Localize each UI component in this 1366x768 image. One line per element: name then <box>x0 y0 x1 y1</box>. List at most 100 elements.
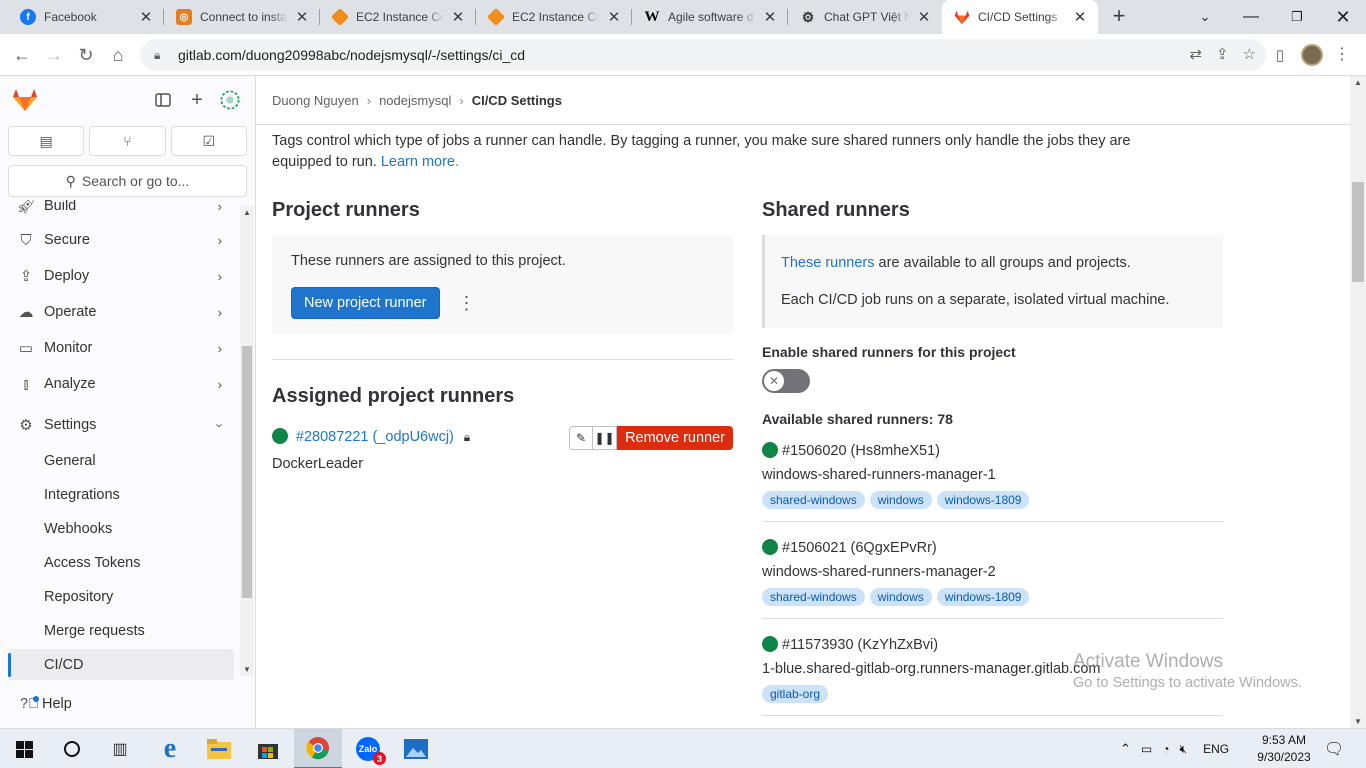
breadcrumb-user[interactable]: Duong Nguyen <box>272 93 359 108</box>
chrome-icon[interactable] <box>294 729 342 768</box>
chatgpt-icon: ⚙ <box>801 8 815 25</box>
sidebar-subitem-integrations[interactable]: Integrations <box>8 479 234 511</box>
runner-description: DockerLeader <box>272 456 364 472</box>
issues-counter-button[interactable]: ▤ <box>8 126 85 156</box>
learn-more-link[interactable]: Learn more. <box>381 154 459 170</box>
close-icon[interactable]: ✕ <box>916 8 932 26</box>
breadcrumb-separator-icon: › <box>366 92 372 108</box>
forward-arrow-icon[interactable]: → <box>42 43 66 67</box>
browser-tab[interactable]: W Agile software d ✕ <box>632 0 788 34</box>
store-icon[interactable] <box>244 729 292 768</box>
browser-tab[interactable]: EC2 Instance Co ✕ <box>320 0 476 34</box>
search-button[interactable]: ⚲ Search or go to... <box>8 165 247 197</box>
notification-badge: 3 <box>373 752 386 765</box>
battery-icon[interactable]: ▭ <box>1141 742 1152 756</box>
page-scrollbar[interactable]: ▲ ▼ <box>1350 76 1366 728</box>
sidebar-item-deploy[interactable]: ⇪ Deploy › <box>8 260 234 292</box>
close-icon[interactable]: ✕ <box>1072 8 1088 26</box>
browser-tab[interactable]: EC2 Instance Co ✕ <box>476 0 632 34</box>
new-tab-button[interactable]: + <box>1108 5 1130 28</box>
pause-icon[interactable]: ❚❚ <box>593 426 618 450</box>
remove-runner-button[interactable]: Remove runner <box>617 426 733 450</box>
close-icon[interactable]: ✕ <box>450 8 466 26</box>
runner-online-status-icon <box>762 442 778 458</box>
close-icon[interactable]: ✕ <box>762 8 778 26</box>
sidebar-item-settings[interactable]: ⚙ Settings › <box>8 409 234 441</box>
reload-icon[interactable]: ↻ <box>74 43 98 67</box>
sidebar-item-monitor[interactable]: ▭ Monitor › <box>8 332 234 364</box>
windows-start-icon[interactable] <box>0 729 48 768</box>
language-indicator[interactable]: ENG <box>1203 742 1229 756</box>
runner-tag: shared-windows <box>762 588 865 606</box>
file-explorer-icon[interactable] <box>195 729 243 768</box>
back-arrow-icon[interactable]: ← <box>10 43 34 67</box>
close-icon[interactable]: ✕ <box>606 8 622 26</box>
sidebar-item-label: Deploy <box>44 268 90 284</box>
shared-runners-toggle[interactable]: ✕ <box>762 369 810 393</box>
task-view-icon[interactable]: ▥ <box>96 729 144 768</box>
address-bar[interactable]: 🔒︎ gitlab.com/duong20998abc/nodejsmysql/… <box>140 39 1266 71</box>
zalo-icon[interactable]: Zalo 3 <box>344 729 392 768</box>
edge-icon[interactable]: e <box>146 729 194 768</box>
close-icon[interactable]: ✕ <box>294 8 310 26</box>
runner-link[interactable]: #28087221 (_odpU6wcj) <box>296 429 454 445</box>
sidebar-item-label: Secure <box>44 232 90 248</box>
taskbar-clock[interactable]: 9:53 AM 9/30/2023 <box>1254 732 1314 766</box>
minimize-button[interactable]: — <box>1228 0 1274 34</box>
sidebar-subitem-cicd[interactable]: CI/CD <box>8 649 234 680</box>
collapse-sidebar-icon[interactable] <box>153 90 173 110</box>
create-new-icon[interactable]: + <box>187 89 207 111</box>
runner-online-status-icon <box>762 539 778 555</box>
search-icon: ⚲ <box>65 172 76 189</box>
restore-button[interactable]: ❐ <box>1274 0 1320 34</box>
close-icon[interactable]: ✕ <box>138 8 154 26</box>
breadcrumb-current[interactable]: CI/CD Settings <box>472 93 562 108</box>
aws-icon: ◎ <box>176 9 192 25</box>
sidebar-subitem-general[interactable]: General <box>8 445 234 477</box>
runner-tags-intro: Tags control which type of jobs a runner… <box>272 131 1172 173</box>
more-actions-icon[interactable]: ⋮ <box>458 293 476 314</box>
sidebar-subitem-access-tokens[interactable]: Access Tokens <box>8 547 234 579</box>
edit-pencil-icon[interactable]: ✎ <box>569 426 594 450</box>
new-project-runner-button[interactable]: New project runner <box>291 287 440 319</box>
side-panel-icon[interactable]: ▯ <box>1268 43 1292 67</box>
close-window-button[interactable]: ✕ <box>1320 0 1366 34</box>
share-icon[interactable]: ⇪ <box>1216 45 1229 63</box>
user-avatar-icon[interactable] <box>220 90 240 110</box>
bookmark-star-icon[interactable]: ☆ <box>1243 45 1256 63</box>
sidebar-item-secure[interactable]: ⛉ Secure › <box>8 224 234 256</box>
home-icon[interactable]: ⌂ <box>106 43 130 67</box>
profile-avatar[interactable] <box>1301 44 1323 66</box>
photos-icon[interactable] <box>392 729 440 768</box>
sidebar-scrollbar[interactable]: ▲ ▼ <box>240 206 254 676</box>
notification-center-icon[interactable]: 🗨︎ <box>1324 729 1344 768</box>
sidebar-subitem-webhooks[interactable]: Webhooks <box>8 513 234 545</box>
gitlab-icon <box>954 9 970 25</box>
sidebar-item-analyze[interactable]: ⫾ Analyze › <box>8 368 234 400</box>
sidebar-item-build[interactable]: 🚀︎ Build › <box>8 200 234 222</box>
runner-tag: gitlab-org <box>762 685 829 703</box>
project-runners-description: These runners are assigned to this proje… <box>291 253 566 269</box>
sidebar-subitem-repository[interactable]: Repository <box>8 581 234 613</box>
browser-tab[interactable]: ⚙ Chat GPT Việt N ✕ <box>788 0 942 34</box>
main-content: Tags control which type of jobs a runner… <box>256 125 1350 728</box>
browser-tab[interactable]: ◎ Connect to instance ✕ <box>164 0 320 34</box>
merge-requests-counter-button[interactable]: ⑂ <box>89 126 166 156</box>
these-runners-link[interactable]: These runners <box>781 255 875 271</box>
breadcrumb-project[interactable]: nodejsmysql <box>379 93 451 108</box>
browser-menu-icon[interactable]: ⋮ <box>1334 44 1350 66</box>
wifi-icon[interactable]: ◔ <box>1162 742 1169 756</box>
sidebar-item-operate[interactable]: ☁︎ Operate › <box>8 296 234 328</box>
speaker-muted-icon[interactable]: 🔇︎ <box>1180 742 1188 757</box>
gitlab-logo-icon[interactable] <box>12 88 38 112</box>
search-circle-icon[interactable] <box>48 729 96 768</box>
help-button[interactable]: ?⃝ Help <box>8 690 72 718</box>
chevron-up-icon[interactable]: ⌃ <box>1120 741 1131 757</box>
lock-icon[interactable]: 🔒︎ <box>154 48 168 62</box>
translate-icon[interactable]: ⇄ <box>1189 45 1202 63</box>
tab-search-icon[interactable]: ⌄ <box>1182 0 1228 34</box>
sidebar-subitem-merge-requests[interactable]: Merge requests <box>8 615 234 647</box>
todos-counter-button[interactable]: ☑ <box>170 126 247 156</box>
browser-tab[interactable]: f Facebook ✕ <box>8 0 164 34</box>
browser-tab-active[interactable]: CI/CD Settings ✕ <box>942 0 1098 34</box>
